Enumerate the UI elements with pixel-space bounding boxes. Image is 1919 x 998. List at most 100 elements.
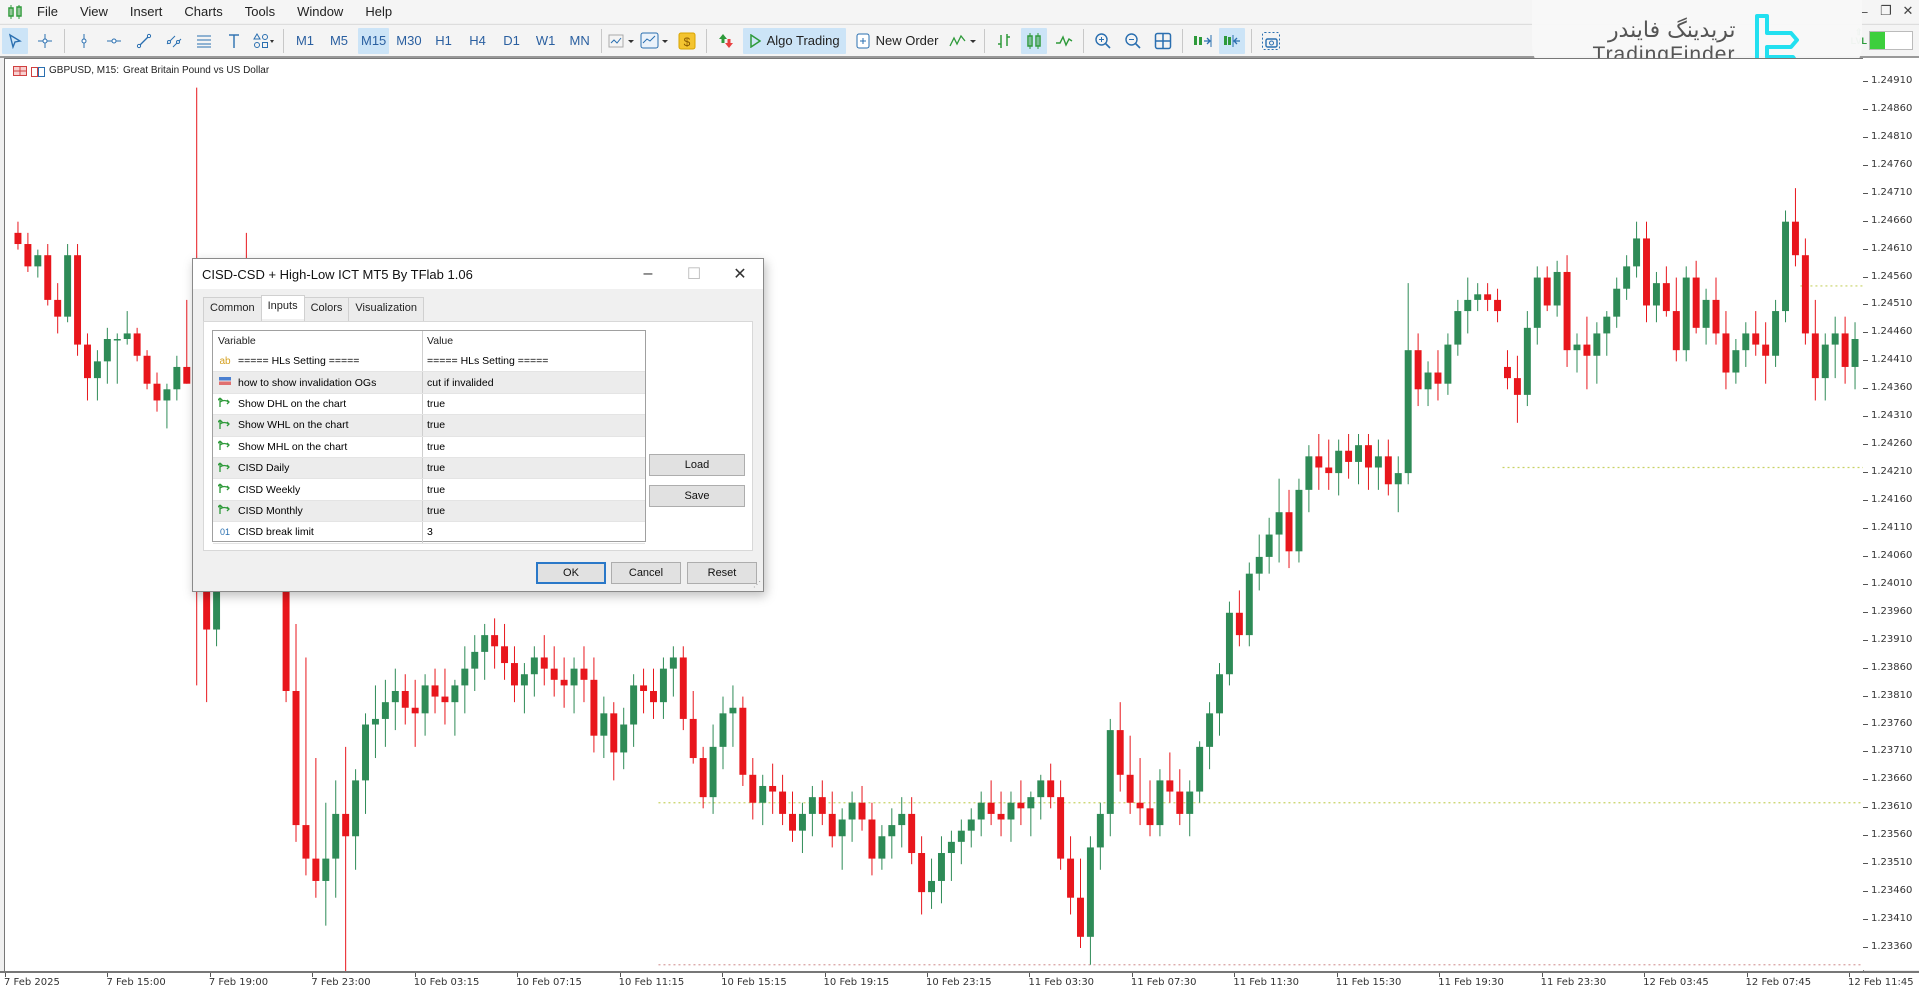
input-value-cell[interactable]: true	[423, 398, 445, 410]
candle	[352, 769, 360, 870]
dialog-tabs: Common Inputs Colors Visualization	[203, 295, 424, 321]
close-button[interactable]: ✕	[1897, 3, 1919, 19]
chart-shift-icon[interactable]	[1219, 27, 1246, 54]
tab-colors[interactable]: Colors	[303, 297, 350, 321]
menu-help[interactable]: Help	[354, 4, 403, 19]
text-tool-icon[interactable]	[221, 28, 247, 54]
timeframe-h4[interactable]: H4	[463, 28, 493, 54]
candlestick-chart-icon[interactable]	[1021, 27, 1048, 54]
time-tick-label: 10 Feb 11:15	[618, 977, 685, 988]
auto-scroll-icon[interactable]	[1189, 28, 1215, 54]
candle	[1156, 769, 1164, 837]
input-row[interactable]: ab ===== HLs Setting ===== ===== HLs Setti…	[213, 351, 645, 373]
timeframe-m1[interactable]: M1	[290, 28, 320, 54]
screenshot-icon[interactable]	[1258, 28, 1284, 54]
input-row[interactable]: CISD Monthly true	[213, 500, 645, 523]
resize-grip-icon[interactable]: ⋰	[753, 581, 761, 589]
input-row[interactable]: Show DHL on the chart true	[213, 393, 645, 416]
menu-insert[interactable]: Insert	[119, 4, 174, 19]
indicators-icon[interactable]	[608, 28, 636, 54]
input-value-cell[interactable]: true	[423, 441, 445, 453]
algo-trading-button[interactable]: Algo Trading	[742, 27, 846, 54]
input-row[interactable]: CISD Weekly true	[213, 479, 645, 501]
vertical-line-tool-icon[interactable]	[71, 28, 97, 54]
signal-meter	[1869, 31, 1913, 50]
input-value-cell[interactable]: cut if invalided	[423, 377, 494, 389]
templates-icon[interactable]	[640, 28, 670, 54]
tab-common[interactable]: Common	[203, 297, 262, 321]
chart-properties-icon	[31, 66, 45, 77]
time-tick-label: 11 Feb 15:30	[1335, 977, 1402, 988]
time-tick-label: 12 Feb 11:45	[1848, 977, 1914, 988]
buy-sell-arrows-icon[interactable]	[713, 28, 739, 54]
reset-button[interactable]: Reset	[687, 562, 757, 584]
candle	[1652, 271, 1660, 323]
candle	[689, 690, 697, 764]
menu-tools[interactable]: Tools	[234, 4, 286, 19]
candle	[1037, 774, 1045, 820]
fibonacci-tool-icon[interactable]	[191, 28, 217, 54]
tile-windows-icon[interactable]	[1150, 28, 1176, 54]
shapes-tool-icon[interactable]	[251, 28, 277, 54]
column-header-value[interactable]: Value	[423, 335, 453, 347]
crosshair-tool-icon[interactable]	[32, 28, 58, 54]
price-tick-label: 1.24710	[1871, 186, 1913, 198]
price-tick-label: 1.24160	[1871, 494, 1913, 506]
input-value-cell[interactable]: true	[423, 484, 445, 496]
cursor-tool-icon[interactable]	[2, 27, 28, 54]
menu-file[interactable]: File	[26, 4, 69, 19]
candle-body	[302, 825, 310, 859]
bar-chart-icon[interactable]	[991, 28, 1017, 54]
timeframe-mn[interactable]: MN	[565, 28, 595, 54]
timeframe-m15[interactable]: M15	[358, 27, 390, 54]
line-chart-icon[interactable]	[1051, 28, 1077, 54]
candle-body	[759, 785, 767, 803]
dialog-close-button[interactable]: ✕	[717, 259, 763, 289]
tab-inputs[interactable]: Inputs	[260, 295, 305, 319]
input-value-cell[interactable]: true	[423, 419, 445, 431]
input-row[interactable]: how to show invalidation OGs cut if inval…	[213, 372, 645, 394]
load-button[interactable]: Load	[649, 454, 745, 476]
trendline-tool-icon[interactable]	[131, 28, 157, 54]
save-button[interactable]: Save	[649, 485, 745, 507]
zoom-out-icon[interactable]	[1120, 28, 1146, 54]
timeframe-m30[interactable]: M30	[393, 28, 424, 54]
menu-view[interactable]: View	[69, 4, 119, 19]
input-row[interactable]: Show WHL on the chart true	[213, 415, 645, 437]
candle-body	[14, 232, 22, 245]
channel-tool-icon[interactable]	[161, 28, 187, 54]
candle	[1504, 350, 1511, 390]
input-value-cell[interactable]: 3	[423, 526, 433, 538]
new-order-button[interactable]: New Order	[850, 28, 945, 54]
candle-body	[918, 853, 926, 893]
input-row[interactable]: CISD Daily true	[213, 457, 645, 480]
cancel-button[interactable]: Cancel	[611, 562, 681, 584]
time-axis[interactable]: 7 Feb 2025 7 Feb 15:00 7 Feb 19:00 7 Feb 23…	[0, 971, 1919, 998]
market-dollar-icon[interactable]: $	[674, 28, 700, 54]
input-value-cell[interactable]: ===== HLs Setting =====	[423, 355, 548, 367]
dialog-minimize-button[interactable]: –	[625, 259, 671, 289]
horizontal-line-tool-icon[interactable]	[101, 28, 127, 54]
signals-icon[interactable]	[948, 28, 978, 54]
timeframe-h1[interactable]: H1	[429, 28, 459, 54]
column-header-variable[interactable]: Variable	[213, 331, 423, 351]
candle	[1384, 439, 1392, 496]
input-row[interactable]: Show MHL on the chart true	[213, 436, 645, 458]
zoom-in-icon[interactable]	[1090, 28, 1116, 54]
menu-charts[interactable]: Charts	[173, 4, 233, 19]
timeframe-m5[interactable]: M5	[324, 28, 354, 54]
input-value-cell[interactable]: true	[423, 462, 445, 474]
tab-visualization[interactable]: Visualization	[348, 297, 424, 321]
input-row[interactable]: 01 CISD break limit 3	[213, 522, 645, 544]
candle	[1821, 333, 1829, 401]
dialog-title-bar[interactable]: CISD-CSD + High-Low ICT MT5 By TFlab 1.0…	[193, 259, 763, 289]
timeframe-w1[interactable]: W1	[531, 28, 561, 54]
restore-button[interactable]: ❐	[1875, 3, 1897, 19]
candle-body	[93, 361, 101, 379]
price-axis[interactable]: 1.24910 1.24860 1.24810 1.24760 1.24710 1.246…	[1863, 58, 1919, 970]
price-tick-label: 1.23710	[1871, 745, 1913, 757]
ok-button[interactable]: OK	[536, 562, 606, 584]
menu-window[interactable]: Window	[286, 4, 354, 19]
timeframe-d1[interactable]: D1	[497, 28, 527, 54]
input-value-cell[interactable]: true	[423, 505, 445, 517]
